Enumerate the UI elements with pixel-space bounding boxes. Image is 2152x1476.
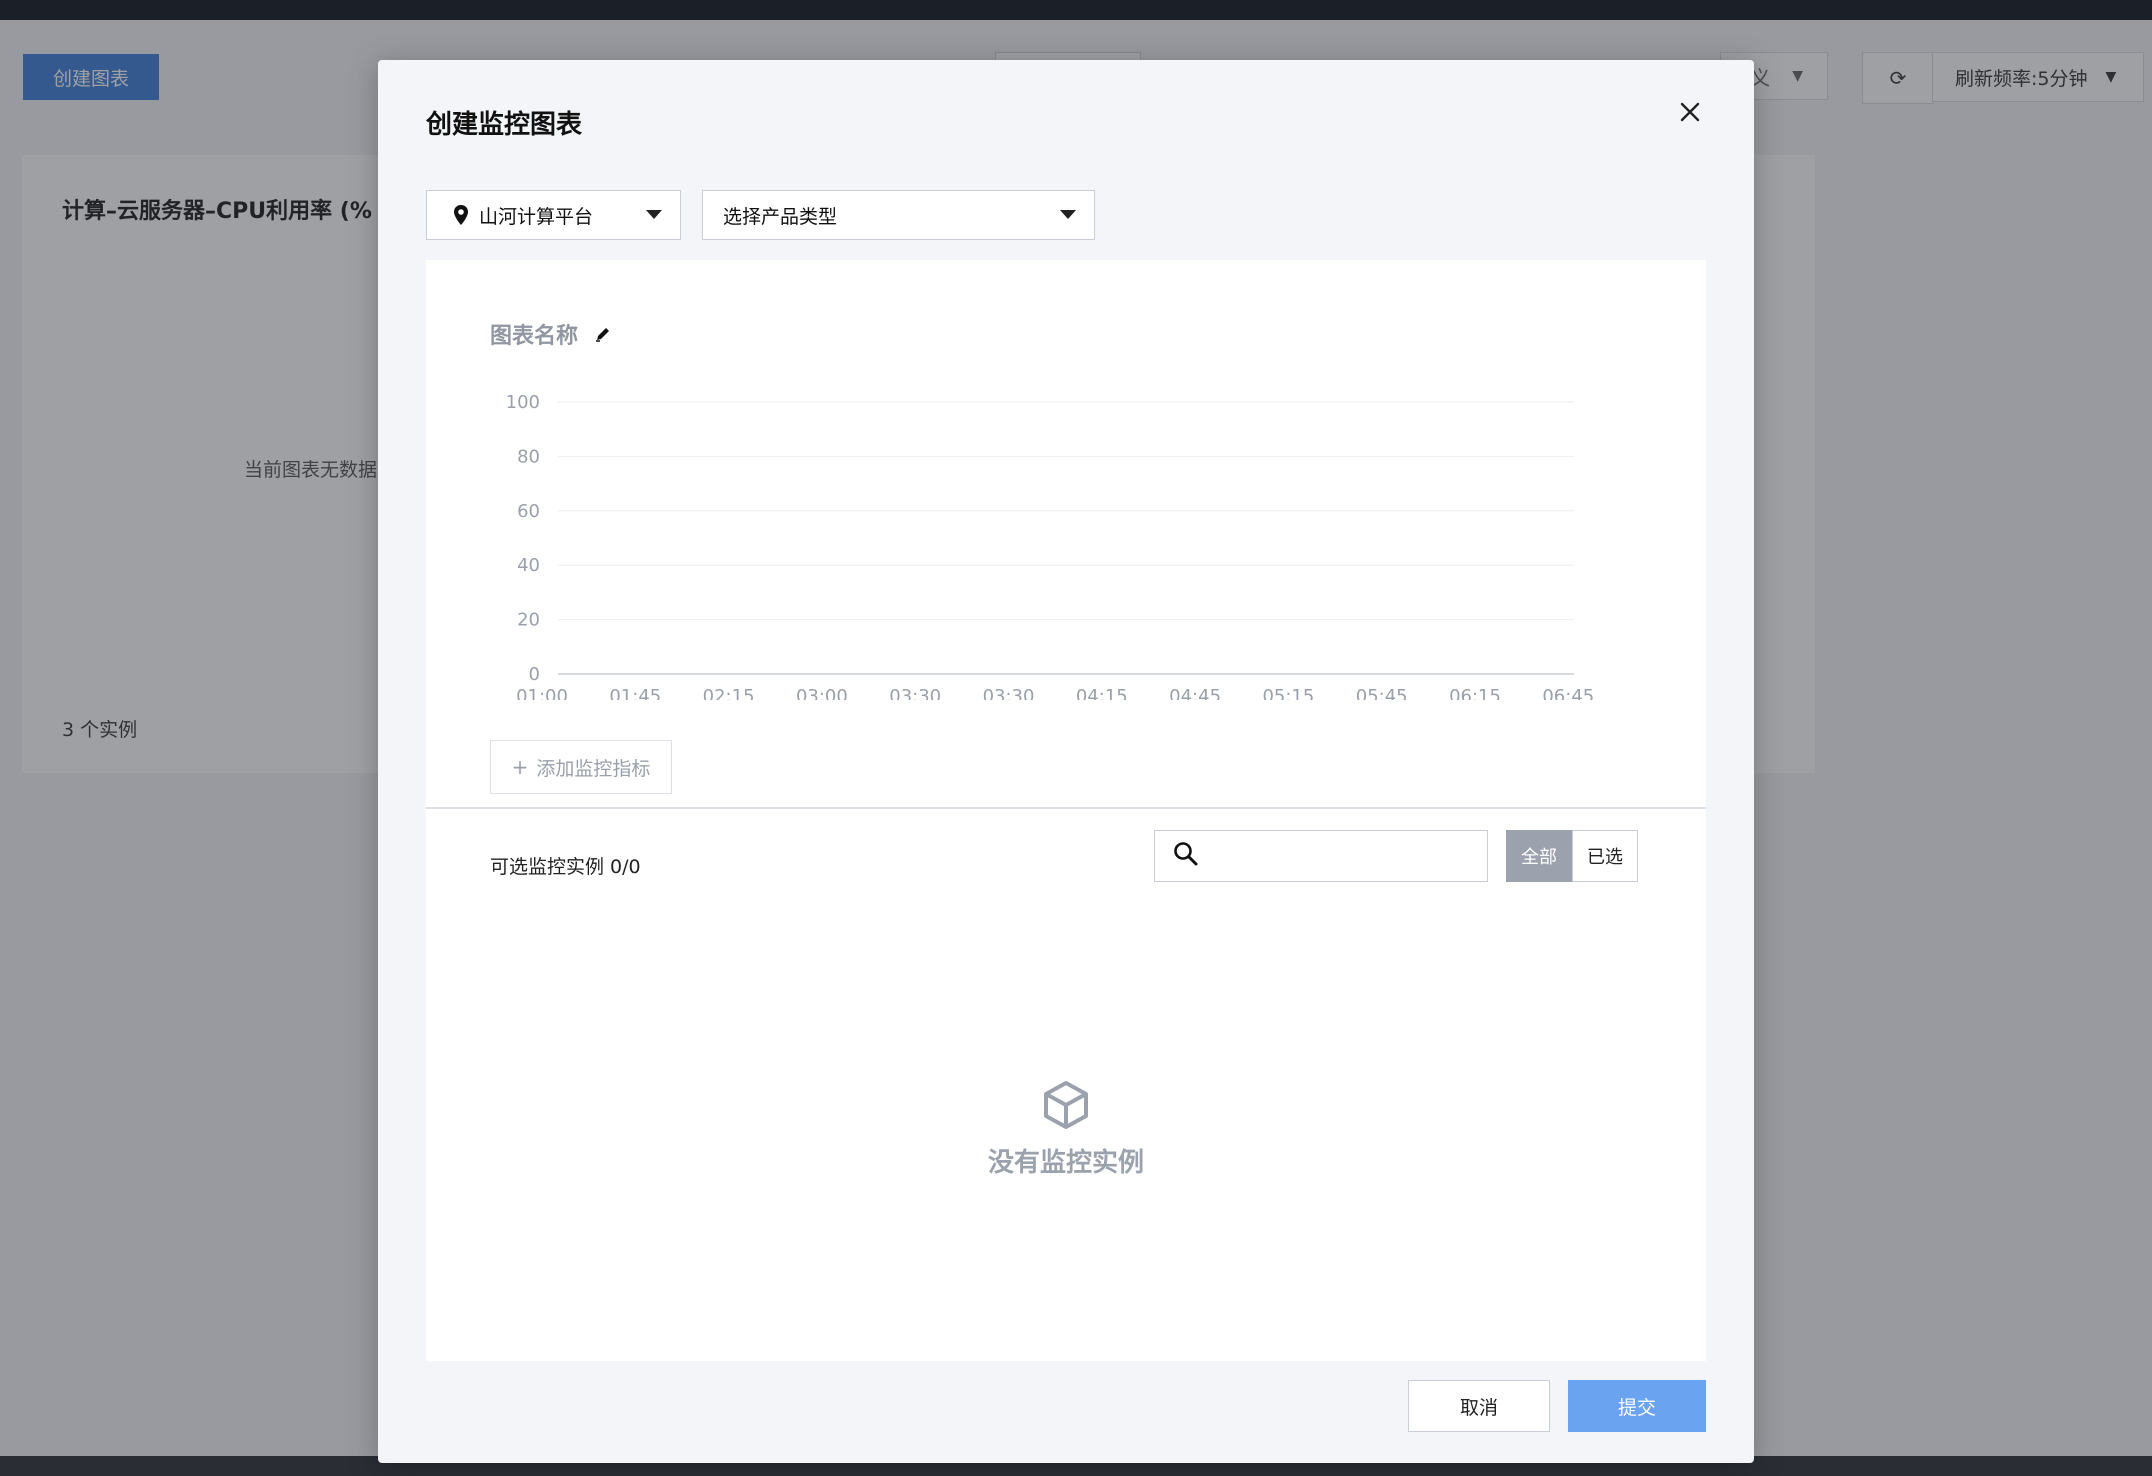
instance-filter-toggle: 全部 已选	[1506, 830, 1638, 882]
x-tick-label: 05:45	[1356, 686, 1408, 700]
instance-search-box[interactable]	[1154, 830, 1488, 882]
x-tick-label: 03:30	[983, 686, 1035, 700]
filter-all-button[interactable]: 全部	[1506, 830, 1572, 882]
x-tick-label: 02:15	[703, 686, 755, 700]
create-chart-modal: 创建监控图表 山河计算平台 选择产品类型 图表名称 0 20 40 60 80 …	[378, 60, 1754, 1463]
chevron-down-icon	[646, 210, 662, 219]
available-instances-label: 可选监控实例 0/0	[490, 856, 641, 878]
modal-title: 创建监控图表	[426, 110, 583, 140]
close-icon	[1680, 102, 1700, 122]
metric-chart: 0 20 40 60 80 100 01:00 01:45 02:15 03:00 03:30 03:…	[506, 392, 1595, 700]
location-pin-icon	[453, 204, 469, 226]
empty-state-text: 没有监控实例	[987, 1148, 1144, 1178]
box-icon	[1042, 1080, 1090, 1134]
add-metric-button[interactable]: + 添加监控指标	[490, 740, 672, 794]
platform-select[interactable]: 山河计算平台	[426, 190, 681, 240]
chart-name-label: 图表名称	[490, 324, 579, 349]
x-tick-label: 01:45	[609, 686, 661, 700]
x-tick-label: 03:30	[889, 686, 941, 700]
product-type-select[interactable]: 选择产品类型	[702, 190, 1095, 240]
x-tick-label: 04:45	[1169, 686, 1221, 700]
pencil-icon[interactable]	[594, 325, 612, 343]
add-metric-label: 添加监控指标	[536, 757, 651, 780]
y-tick-label: 20	[517, 610, 540, 631]
search-icon	[1173, 841, 1199, 871]
x-tick-label: 04:15	[1076, 686, 1128, 700]
x-tick-label: 03:00	[796, 686, 848, 700]
x-tick-label: 06:15	[1449, 686, 1501, 700]
x-tick-label: 01:00	[516, 686, 568, 700]
x-tick-label: 06:45	[1542, 686, 1594, 700]
y-tick-label: 80	[517, 446, 540, 467]
plus-icon: +	[511, 755, 529, 779]
product-type-select-value: 选择产品类型	[723, 205, 838, 228]
chart-config-panel: 图表名称 0 20 40 60 80 100 01:00 01:45 02:15 03:00 03:…	[426, 260, 1706, 1361]
panel-divider	[426, 807, 1706, 809]
y-tick-label: 60	[517, 501, 540, 522]
chevron-down-icon	[1060, 210, 1076, 219]
y-tick-label: 100	[506, 392, 540, 413]
y-tick-label: 0	[529, 664, 540, 685]
filter-selected-button[interactable]: 已选	[1572, 830, 1638, 882]
close-button[interactable]	[1670, 92, 1710, 132]
empty-state: 没有监控实例	[426, 1080, 1706, 1179]
platform-select-value: 山河计算平台	[479, 205, 594, 228]
submit-button[interactable]: 提交	[1568, 1380, 1706, 1432]
chart-name: 图表名称	[490, 318, 612, 350]
x-tick-label: 05:15	[1262, 686, 1314, 700]
instance-search-input[interactable]	[1209, 844, 1473, 868]
cancel-button[interactable]: 取消	[1408, 1380, 1550, 1432]
y-tick-label: 40	[517, 555, 540, 576]
